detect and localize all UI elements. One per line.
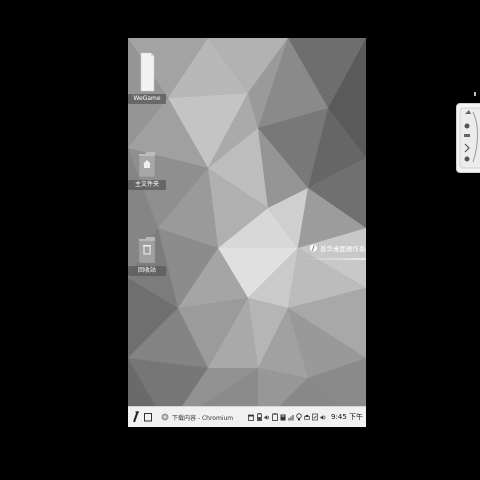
desktop-item-label: WeGame <box>128 94 166 104</box>
tray-input-method-icon[interactable] <box>280 413 286 421</box>
desktop-screen: WeGame 主文件夹 回收站 普华桌面操作系统 <box>128 38 366 427</box>
tray-clipboard-icon[interactable] <box>272 413 278 421</box>
floating-side-widget[interactable] <box>456 103 480 173</box>
taskbar-clock[interactable]: 9:45 下午 <box>331 412 363 422</box>
tray-speaker-icon[interactable] <box>320 413 326 421</box>
taskbar-task-label: 下载内容 - Chromium <box>172 414 234 422</box>
tray-network-icon[interactable] <box>288 413 294 421</box>
wegame-file-icon <box>140 52 155 92</box>
start-logo-icon <box>133 411 139 423</box>
system-tray: 9:45 下午 <box>248 412 366 422</box>
home-folder-icon <box>138 152 156 178</box>
desktop-item-home-folder[interactable]: 主文件夹 <box>128 150 166 190</box>
desktop-item-wegame[interactable]: WeGame <box>128 52 166 104</box>
desktop-item-label: 回收站 <box>128 266 166 276</box>
desktop-item-trash[interactable]: 回收站 <box>128 234 166 276</box>
start-menu-button[interactable] <box>130 410 142 424</box>
taskbar: 下载内容 - Chromium 9:45 下午 <box>128 406 366 427</box>
tray-battery-icon[interactable] <box>256 413 262 421</box>
trash-icon <box>138 237 156 264</box>
show-desktop-button[interactable] <box>143 411 153 423</box>
os-brand: 普华桌面操作系统 <box>310 241 366 255</box>
widget-icon <box>459 107 480 169</box>
tray-volume-icon[interactable] <box>264 413 270 421</box>
desktop-item-label: 主文件夹 <box>128 180 166 190</box>
show-desktop-icon <box>144 412 152 421</box>
taskbar-task-chromium[interactable]: 下载内容 - Chromium <box>157 410 237 424</box>
tray-update-icon[interactable] <box>312 413 318 421</box>
desktop-icon-area: WeGame 主文件夹 回收站 <box>128 38 366 398</box>
tray-printer-icon[interactable] <box>304 413 310 421</box>
tray-calendar-icon[interactable] <box>248 413 254 421</box>
brand-underline <box>304 258 366 260</box>
tray-bulb-icon[interactable] <box>296 413 302 421</box>
os-logo-icon <box>310 244 317 252</box>
chromium-icon <box>161 413 169 421</box>
os-brand-text: 普华桌面操作系统 <box>320 245 366 253</box>
widget-pin <box>474 92 476 96</box>
